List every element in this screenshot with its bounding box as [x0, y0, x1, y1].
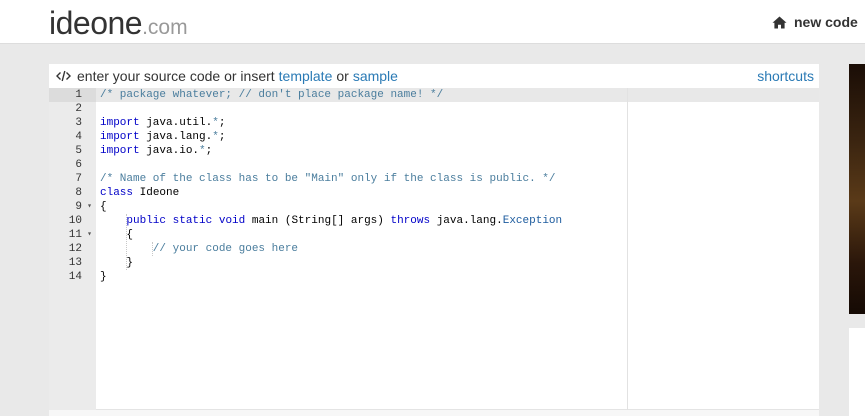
line-number: 13 [49, 256, 96, 270]
code-line[interactable]: /* package whatever; // don't place pack… [100, 88, 443, 102]
sample-link[interactable]: sample [353, 68, 398, 84]
line-number: 9 ▾ [49, 200, 96, 214]
editor-panel: enter your source code or insert templat… [49, 64, 819, 416]
line-number: 12 [49, 242, 96, 256]
line-number-text: 14 [68, 271, 82, 283]
line-number: 11 ▾ [49, 228, 96, 242]
code-line[interactable]: } [100, 256, 133, 270]
code-line[interactable]: import java.lang.*; [100, 130, 225, 144]
editor-bottom-bar [49, 410, 819, 416]
side-banner-image [849, 64, 865, 314]
editor-instructions: enter your source code or insert templat… [56, 68, 398, 84]
shortcuts-link[interactable]: shortcuts [757, 68, 814, 84]
line-number-text: 11 [68, 229, 82, 241]
editor-instructions-text: enter your source code or insert [77, 68, 275, 84]
code-editor[interactable]: 1 2 3 4 5 6 7 8 9 ▾ 10 11 ▾ 12 13 14 /* package whateve… [49, 88, 819, 410]
ideone-logo[interactable]: ideone.com [49, 5, 188, 42]
home-icon [772, 16, 787, 28]
line-number-text: 9 [75, 201, 82, 213]
logo-main-text: ideone [49, 5, 143, 41]
line-number-gutter: 1 2 3 4 5 6 7 8 9 ▾ 10 11 ▾ 12 13 14 [49, 88, 96, 410]
line-number: 14 [49, 270, 96, 284]
line-number-text: 6 [75, 159, 82, 171]
code-line[interactable]: class Ideone [100, 186, 179, 200]
fold-toggle-icon[interactable]: ▾ [87, 200, 92, 214]
line-number: 3 [49, 116, 96, 130]
or-text: or [336, 68, 349, 84]
new-code-label: new code [794, 14, 858, 30]
line-number-text: 3 [75, 117, 82, 129]
code-line[interactable]: { [100, 200, 107, 214]
line-number-text: 2 [75, 103, 82, 115]
line-number-text: 4 [75, 131, 82, 143]
line-number: 5 [49, 144, 96, 158]
line-number-text: 12 [68, 243, 82, 255]
code-line[interactable]: { [100, 228, 133, 242]
code-line[interactable]: import java.io.*; [100, 144, 212, 158]
line-number-text: 5 [75, 145, 82, 157]
code-line[interactable]: } [100, 270, 107, 284]
code-line[interactable]: import java.util.*; [100, 116, 225, 130]
code-line[interactable]: /* Name of the class has to be "Main" on… [100, 172, 555, 186]
line-number: 1 [49, 88, 96, 102]
new-code-button[interactable]: new code [772, 14, 858, 30]
line-number: 10 [49, 214, 96, 228]
fold-toggle-icon[interactable]: ▾ [87, 228, 92, 242]
line-number-text: 1 [75, 89, 82, 101]
line-number: 4 [49, 130, 96, 144]
line-number: 2 [49, 102, 96, 116]
line-number-text: 8 [75, 187, 82, 199]
line-number: 7 [49, 172, 96, 186]
editor-panel-header: enter your source code or insert templat… [49, 64, 819, 88]
line-number-text: 7 [75, 173, 82, 185]
top-navbar: ideone.com new code [0, 0, 865, 44]
code-line[interactable]: // your code goes here [100, 242, 298, 256]
template-link[interactable]: template [279, 68, 333, 84]
line-number-text: 13 [68, 257, 82, 269]
print-margin [627, 88, 628, 410]
line-number-text: 10 [68, 215, 82, 227]
line-number: 8 [49, 186, 96, 200]
line-number: 6 [49, 158, 96, 172]
code-line[interactable]: public static void main (String[] args) … [100, 214, 562, 228]
logo-domain-text: .com [142, 16, 188, 39]
code-icon [56, 70, 71, 82]
side-panel [849, 328, 865, 416]
